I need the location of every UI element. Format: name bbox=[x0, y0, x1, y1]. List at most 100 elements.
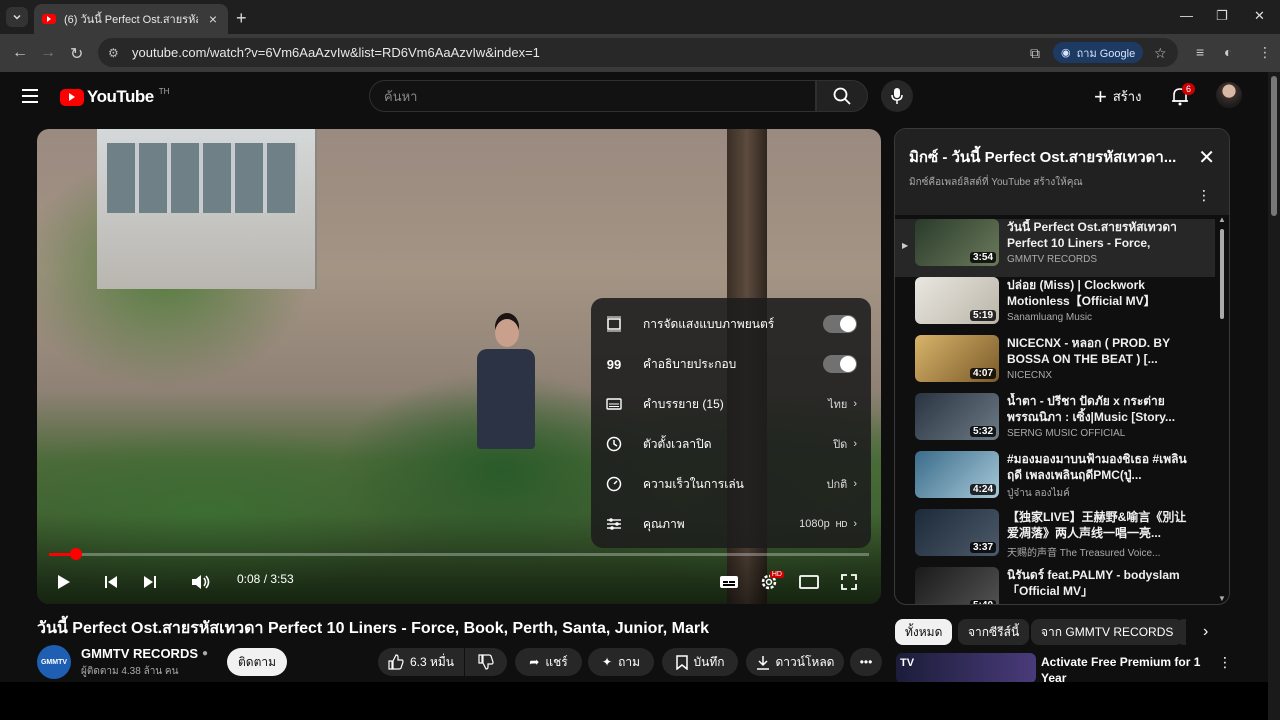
reload-icon[interactable]: ↻ bbox=[70, 44, 83, 64]
country-code: TH bbox=[158, 86, 170, 96]
volume-button[interactable] bbox=[186, 569, 216, 595]
playlist-thumbnail[interactable]: 5:40 bbox=[915, 567, 999, 604]
bookmark-icon bbox=[675, 654, 688, 670]
chevron-right-icon[interactable]: › bbox=[1203, 623, 1208, 641]
settings-item-ambient[interactable]: การจัดแสงแบบภาพยนตร์ bbox=[591, 304, 871, 344]
chip-from-series[interactable]: จากซีรีส์นี้ bbox=[958, 619, 1030, 645]
playlist-thumbnail[interactable]: 4:24 bbox=[915, 451, 999, 498]
chip-all[interactable]: ทั้งหมด bbox=[895, 619, 953, 645]
chip-from-channel[interactable]: จาก GMMTV RECORDS bbox=[1031, 619, 1184, 645]
video-frame-person bbox=[477, 319, 537, 449]
channel-avatar[interactable]: GMMTV bbox=[37, 645, 71, 679]
playlist-item[interactable]: 4:07 NICECNX - หลอก ( PROD. BY BOSSA ON T… bbox=[895, 335, 1215, 393]
media-controls-icon[interactable]: ≡ bbox=[1196, 44, 1204, 60]
next-button[interactable] bbox=[135, 569, 165, 595]
microphone-icon bbox=[891, 88, 903, 104]
fullscreen-button[interactable] bbox=[834, 569, 864, 595]
tab-title: (6) วันนี้ Perfect Ost.สายรหัสเทวดา bbox=[64, 14, 198, 26]
youtube-logo[interactable]: YouTube TH bbox=[60, 87, 169, 107]
settings-item-playback-speed[interactable]: ความเร็วในการเล่น ปกติ › bbox=[591, 464, 871, 504]
duration-badge: 3:54 bbox=[969, 252, 996, 263]
voice-search-button[interactable] bbox=[881, 80, 913, 112]
playlist-item[interactable]: 5:40 นิรันดร์ feat.PALMY - bodyslam「Offic… bbox=[895, 567, 1215, 604]
scroll-up-icon[interactable]: ▲ bbox=[1218, 215, 1226, 224]
playlist-scrollbar[interactable]: ▲ ▼ bbox=[1217, 215, 1227, 604]
save-button[interactable]: บันทึก bbox=[662, 648, 738, 676]
browser-tab[interactable]: (6) วันนี้ Perfect Ost.สายรหัสเทวดา × bbox=[34, 4, 228, 34]
settings-button[interactable]: HD bbox=[754, 569, 784, 595]
playlist-item[interactable]: 5:32 น้ำตา - ปรีชา ปัดภัย x กระต่าย พรรณน… bbox=[895, 393, 1215, 451]
playlist-item[interactable]: ▶ 3:54 วันนี้ Perfect Ost.สายรหัสเทวดา Per… bbox=[895, 219, 1215, 277]
bookmark-star-icon[interactable]: ☆ bbox=[1154, 45, 1167, 62]
search-button[interactable] bbox=[816, 80, 868, 112]
new-tab-button[interactable]: + bbox=[236, 8, 247, 29]
playlist-item-channel: SERNG MUSIC OFFICIAL bbox=[1007, 428, 1126, 439]
address-bar[interactable]: ⚙ youtube.com/watch?v=6Vm6AaAzvIw&list=R… bbox=[98, 38, 1178, 67]
subscribe-button[interactable]: ติดตาม bbox=[227, 648, 287, 676]
share-button[interactable]: ➦ แชร์ bbox=[515, 648, 582, 676]
window-close-icon[interactable]: ✕ bbox=[1254, 8, 1265, 24]
subtitles-button[interactable] bbox=[714, 569, 744, 595]
settings-item-sleep-timer[interactable]: ตัวตั้งเวลาปิด ปิด › bbox=[591, 424, 871, 464]
progress-bar[interactable] bbox=[49, 553, 869, 556]
next-icon bbox=[144, 576, 156, 588]
progress-scrubber[interactable] bbox=[70, 548, 82, 560]
ambient-toggle[interactable] bbox=[823, 315, 857, 333]
theater-mode-button[interactable] bbox=[794, 569, 824, 595]
playlist-thumbnail[interactable]: 5:19 bbox=[915, 277, 999, 324]
chevron-down-icon bbox=[13, 14, 21, 20]
download-button[interactable]: ดาวน์โหลด bbox=[746, 648, 844, 676]
recommendation-thumbnail[interactable]: TV bbox=[896, 653, 1036, 683]
settings-item-annotations[interactable]: 99 คำอธิบายประกอบ bbox=[591, 344, 871, 384]
playlist-item[interactable]: 3:37 【独家LIVE】王赫野&喻言《別让爱凋落》两人声线一唱一亮... 天赐的声… bbox=[895, 509, 1215, 567]
playlist-thumbnail[interactable]: 3:54 bbox=[915, 219, 999, 266]
play-button[interactable] bbox=[49, 569, 79, 595]
settings-value: 1080p bbox=[799, 518, 830, 530]
previous-button[interactable] bbox=[96, 569, 126, 595]
like-button[interactable]: 6.3 หมื่น bbox=[378, 648, 464, 676]
google-lens-badge[interactable]: ◉ ถาม Google bbox=[1053, 42, 1143, 63]
playlist-item[interactable]: 5:19 ปล่อย (Miss) | Clockwork Motionless【… bbox=[895, 277, 1215, 335]
video-player[interactable]: 0:08 / 3:53 HD การจัดแสงแบบภาพยนตร์ 99 ค… bbox=[37, 129, 881, 604]
search-input[interactable]: ค้นหา bbox=[369, 80, 816, 112]
account-avatar[interactable] bbox=[1216, 82, 1242, 108]
more-vert-icon[interactable]: ⋮ bbox=[1218, 654, 1232, 671]
profile-icon[interactable]: ◐ bbox=[1224, 44, 1232, 60]
playlist-thumbnail[interactable]: 3:37 bbox=[915, 509, 999, 556]
fullscreen-icon bbox=[841, 574, 857, 590]
more-actions-button[interactable]: ••• bbox=[850, 648, 882, 676]
youtube-favicon-icon bbox=[42, 14, 56, 24]
playback-speed-icon bbox=[605, 475, 623, 493]
browser-menu-icon[interactable]: ⋮ bbox=[1258, 44, 1272, 61]
cast-icon[interactable]: ⧉ bbox=[1030, 45, 1040, 62]
playlist-thumbnail[interactable]: 5:32 bbox=[915, 393, 999, 440]
maximize-icon[interactable]: ❐ bbox=[1216, 8, 1228, 24]
site-info-icon[interactable]: ⚙ bbox=[108, 46, 122, 60]
playlist-item-title: น้ำตา - ปรีชา ปัดภัย x กระต่าย พรรณนิภา … bbox=[1007, 394, 1176, 424]
more-vert-icon[interactable]: ⋮ bbox=[1197, 187, 1211, 204]
annotations-toggle[interactable] bbox=[823, 355, 857, 373]
tab-search-button[interactable] bbox=[6, 7, 28, 27]
ask-button[interactable]: ✦ ถาม bbox=[588, 648, 654, 676]
playlist-thumbnail[interactable]: 4:07 bbox=[915, 335, 999, 382]
playlist-header: มิกซ์ - วันนี้ Perfect Ost.สายรหัสเทวดา.… bbox=[895, 129, 1229, 215]
scroll-down-icon[interactable]: ▼ bbox=[1218, 594, 1226, 603]
menu-icon[interactable] bbox=[22, 89, 38, 107]
forward-icon[interactable]: → bbox=[40, 44, 56, 62]
thumbs-down-icon bbox=[478, 654, 494, 670]
channel-name[interactable]: GMMTV RECORDS ● bbox=[81, 646, 208, 661]
settings-item-subtitles[interactable]: คำบรรยาย (15) ไทย › bbox=[591, 384, 871, 424]
dislike-button[interactable] bbox=[465, 648, 507, 676]
playlist-item[interactable]: 4:24 #มองมองมาบนฟ้ามองชิเธอ #เพลินฤดี เพล… bbox=[895, 451, 1215, 509]
close-icon[interactable]: ✕ bbox=[1198, 145, 1215, 170]
settings-item-quality[interactable]: คุณภาพ 1080p HD › bbox=[591, 504, 871, 544]
minimize-icon[interactable]: — bbox=[1180, 8, 1193, 23]
time-separator: / bbox=[260, 572, 271, 586]
playlist-title[interactable]: มิกซ์ - วันนี้ Perfect Ost.สายรหัสเทวดา.… bbox=[909, 145, 1189, 169]
browser-tabstrip: (6) วันนี้ Perfect Ost.สายรหัสเทวดา × + … bbox=[0, 0, 1280, 34]
back-icon[interactable]: ← bbox=[12, 44, 28, 62]
tab-close-icon[interactable]: × bbox=[206, 11, 220, 27]
verified-icon: ● bbox=[202, 648, 209, 659]
create-button[interactable]: + สร้าง bbox=[1094, 85, 1141, 107]
page-scrollbar[interactable] bbox=[1268, 72, 1280, 720]
